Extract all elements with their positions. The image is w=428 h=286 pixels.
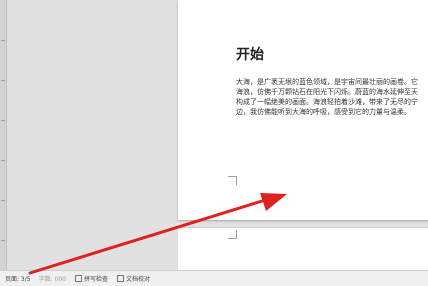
word-count[interactable]: 字数: 000 bbox=[39, 274, 66, 283]
spell-check-button[interactable]: 拼写检查 bbox=[74, 274, 108, 283]
margin-corner-mark bbox=[228, 230, 237, 239]
document-text-line[interactable]: 边，我仿佛能听到大海的呼吸，感受到它的力量与温柔。 bbox=[236, 108, 428, 116]
spell-check-label: 拼写检查 bbox=[83, 276, 108, 283]
document-text-line[interactable]: 大海，是广袤无垠的蓝色领域，是宇宙间最壮丽的画卷。它 bbox=[236, 78, 428, 86]
margin-corner-mark bbox=[228, 176, 237, 185]
document-text-line[interactable]: 构成了一幅绝美的画面。海浪轻拍着沙滩，带来了无尽的宁 bbox=[236, 98, 428, 106]
doc-check-button[interactable]: 文档校对 bbox=[117, 274, 150, 283]
document-heading[interactable]: 开始 bbox=[236, 44, 264, 64]
ruler-tick bbox=[1, 80, 5, 81]
vertical-ruler bbox=[0, 0, 7, 270]
ruler-tick bbox=[1, 240, 5, 241]
page-indicator[interactable]: 页面: 3/5 bbox=[5, 274, 31, 283]
ruler-tick bbox=[1, 160, 5, 161]
ruler-tick bbox=[1, 120, 5, 121]
status-bar: 页面: 3/5 字数: 000 拼写检查 文档校对 bbox=[0, 270, 428, 286]
doc-check-label: 文档校对 bbox=[126, 276, 151, 283]
document-page[interactable]: 开始 大海，是广袤无垠的蓝色领域，是宇宙间最壮丽的画卷。它 海浪，仿佛千万颗钻石… bbox=[178, 0, 428, 220]
ruler-tick bbox=[1, 40, 5, 41]
doc-check-icon bbox=[117, 275, 124, 282]
spell-check-icon bbox=[74, 275, 82, 282]
document-canvas[interactable]: 开始 大海，是广袤无垠的蓝色领域，是宇宙间最壮丽的画卷。它 海浪，仿佛千万颗钻石… bbox=[7, 0, 428, 278]
ruler-tick bbox=[1, 200, 5, 201]
document-text-line[interactable]: 海浪，仿佛千万颗钻石在阳光下闪烁。蔚蓝的海水延伸至天 bbox=[236, 88, 428, 96]
